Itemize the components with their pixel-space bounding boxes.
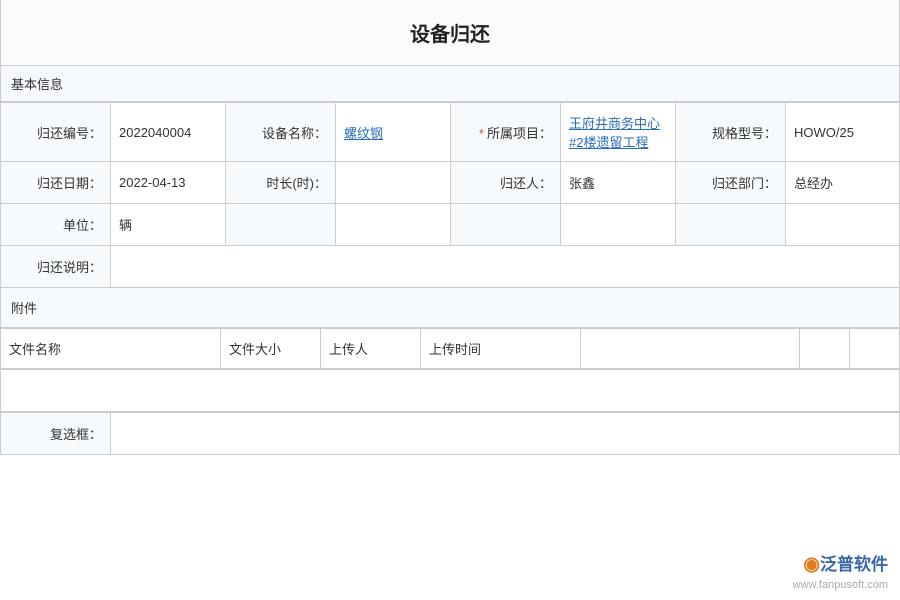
value-desc (111, 246, 900, 288)
col-uploader: 上传人 (321, 329, 421, 369)
col-blank3 (850, 329, 900, 369)
label-return-no: 归还编号： (1, 103, 111, 162)
value-checkbox (111, 413, 900, 455)
required-icon: * (479, 126, 484, 141)
label-duration: 时长(时)： (226, 162, 336, 204)
col-filename: 文件名称 (1, 329, 221, 369)
label-project: *所属项目： (451, 103, 561, 162)
equip-name-link[interactable]: 螺纹钢 (344, 126, 383, 141)
section-basic-info: 基本信息 (0, 66, 900, 102)
attachments-table: 文件名称 文件大小 上传人 上传时间 (0, 328, 900, 369)
value-project: 王府井商务中心#2楼遗留工程 (561, 103, 676, 162)
page-title: 设备归还 (1, 18, 899, 47)
value-duration (336, 162, 451, 204)
watermark-brand: ◉泛普软件 (793, 553, 888, 578)
value-dept: 总经办 (786, 162, 900, 204)
page-header: 设备归还 (0, 0, 900, 66)
value-return-no: 2022040004 (111, 103, 226, 162)
label-returner: 归还人： (451, 162, 561, 204)
label-spec: 规格型号： (676, 103, 786, 162)
label-desc: 归还说明： (1, 246, 111, 288)
section-attachments: 附件 (0, 288, 900, 328)
value-returner: 张鑫 (561, 162, 676, 204)
project-link[interactable]: 王府井商务中心#2楼遗留工程 (569, 116, 660, 150)
label-unit: 单位： (1, 204, 111, 246)
col-uploadtime: 上传时间 (421, 329, 581, 369)
col-filesize: 文件大小 (221, 329, 321, 369)
value-spec: HOWO/25 (786, 103, 900, 162)
value-return-date: 2022-04-13 (111, 162, 226, 204)
spacer-table (0, 369, 900, 412)
label-equip-name: 设备名称： (226, 103, 336, 162)
value-unit: 辆 (111, 204, 226, 246)
logo-icon: ◉ (803, 554, 820, 575)
watermark-url: www.fanpusoft.com (793, 578, 888, 592)
col-blank1 (581, 329, 800, 369)
checkbox-table: 复选框： (0, 412, 900, 455)
col-blank2 (800, 329, 850, 369)
label-checkbox: 复选框： (1, 413, 111, 455)
basic-info-table: 归还编号： 2022040004 设备名称： 螺纹钢 *所属项目： 王府井商务中… (0, 102, 900, 288)
label-return-date: 归还日期： (1, 162, 111, 204)
value-equip-name: 螺纹钢 (336, 103, 451, 162)
label-dept: 归还部门： (676, 162, 786, 204)
watermark: ◉泛普软件 www.fanpusoft.com (793, 553, 888, 592)
